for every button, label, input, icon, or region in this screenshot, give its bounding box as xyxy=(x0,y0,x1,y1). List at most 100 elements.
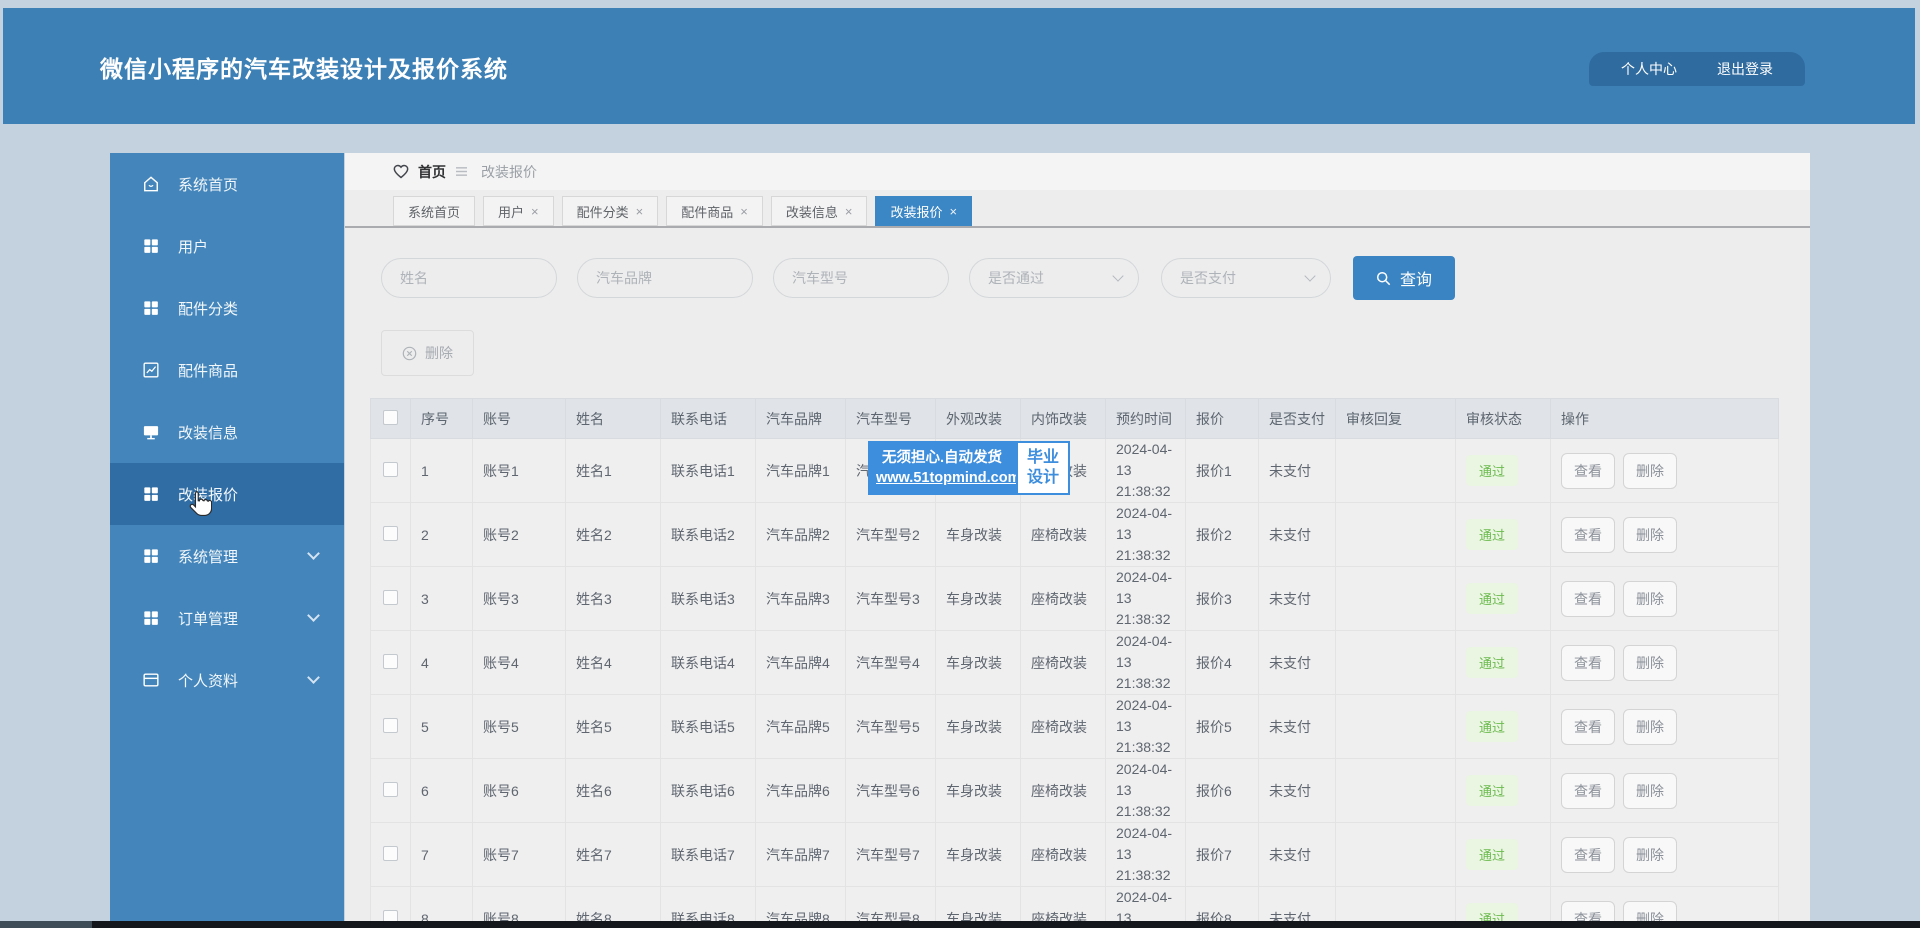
row-checkbox[interactable] xyxy=(383,461,398,477)
name-input[interactable] xyxy=(381,258,557,298)
close-icon[interactable]: × xyxy=(949,204,957,219)
search-button[interactable]: 查询 xyxy=(1353,256,1455,300)
tab-2[interactable]: 用户 × xyxy=(483,196,554,226)
tab-5[interactable]: 改装信息 × xyxy=(770,196,868,226)
row-checkbox-cell xyxy=(370,758,411,823)
cell-status: 通过 xyxy=(1455,758,1551,823)
close-icon[interactable]: × xyxy=(740,204,748,219)
sidebar-item-4[interactable]: 配件商品 xyxy=(110,339,344,401)
view-button[interactable]: 查看 xyxy=(1561,452,1615,489)
cell-quote: 报价6 xyxy=(1185,758,1259,823)
cell-account: 账号7 xyxy=(472,822,566,887)
bulk-delete-label: 删除 xyxy=(425,345,453,361)
cell-interior: 座椅改装 xyxy=(1020,758,1106,823)
search-icon xyxy=(1376,271,1391,285)
row-checkbox[interactable] xyxy=(383,781,398,797)
sidebar-item-8[interactable]: 订单管理 xyxy=(110,587,344,649)
pass-select[interactable]: 是否通过 xyxy=(969,258,1139,298)
sidebar-item-7[interactable]: 系统管理 xyxy=(110,525,344,587)
close-icon[interactable]: × xyxy=(636,204,644,219)
car-brand-input[interactable] xyxy=(577,258,753,298)
delete-button[interactable]: 删除 xyxy=(1623,516,1677,553)
select-all-checkbox[interactable] xyxy=(383,409,398,425)
close-icon[interactable]: × xyxy=(845,204,853,219)
table-header-row: 序号 账号 姓名 联系电话 汽车品牌 汽车型号 外观改装 内饰改装 预约时间 报价 是否支付 审核回复… xyxy=(370,398,1779,439)
grid-icon xyxy=(140,483,162,505)
cell-model: 汽车型号6 xyxy=(845,758,936,823)
tab-3[interactable]: 配件分类 × xyxy=(561,196,659,226)
cell-account: 账号2 xyxy=(472,502,566,567)
cell-interior: 座椅改装 xyxy=(1020,566,1106,631)
cell-quote: 报价5 xyxy=(1185,694,1259,759)
watermark-badge: 毕业 设计 xyxy=(1016,441,1070,495)
row-checkbox[interactable] xyxy=(383,525,398,541)
delete-button[interactable]: 删除 xyxy=(1623,708,1677,745)
view-button[interactable]: 查看 xyxy=(1561,516,1615,553)
cell-status: 通过 xyxy=(1455,566,1551,631)
row-checkbox-cell xyxy=(370,630,411,695)
header-checkbox-cell xyxy=(370,398,411,439)
delete-button[interactable]: 删除 xyxy=(1623,452,1677,489)
sidebar-item-3[interactable]: 配件分类 xyxy=(110,277,344,339)
sidebar-item-2[interactable]: 用户 xyxy=(110,215,344,277)
sidebar-item-6[interactable]: 改装报价 xyxy=(110,463,344,525)
sidebar-item-1[interactable]: 系统首页 xyxy=(110,153,344,215)
cell-phone: 联系电话1 xyxy=(660,438,756,503)
cell-no: 4 xyxy=(410,630,473,695)
logout-link[interactable]: 退出登录 xyxy=(1717,59,1773,79)
pay-select[interactable]: 是否支付 xyxy=(1161,258,1331,298)
cell-interior: 座椅改装 xyxy=(1020,694,1106,759)
delete-button[interactable]: 删除 xyxy=(1623,836,1677,873)
table-row: 6 账号6 姓名6 联系电话6 汽车品牌6 汽车型号6 车身改装 座椅改装 2024-04-13… xyxy=(370,758,1779,823)
cell-phone: 联系电话7 xyxy=(660,822,756,887)
sidebar-item-5[interactable]: 改装信息 xyxy=(110,401,344,463)
table-body: 1账号1姓名1联系电话1汽车品牌1汽车型号1车身改装座椅改装2024-04-13… xyxy=(370,438,1779,922)
breadcrumb-separator-icon xyxy=(455,166,468,177)
row-checkbox[interactable] xyxy=(383,717,398,733)
cell-model: 汽车型号8 xyxy=(845,886,936,922)
view-button[interactable]: 查看 xyxy=(1561,900,1615,922)
chart-icon xyxy=(140,359,162,381)
tab-4[interactable]: 配件商品 × xyxy=(666,196,763,226)
view-button[interactable]: 查看 xyxy=(1561,836,1615,873)
cell-reply xyxy=(1335,502,1456,567)
cell-no: 3 xyxy=(410,566,473,631)
delete-button[interactable]: 删除 xyxy=(1623,772,1677,809)
sidebar-item-label: 系统首页 xyxy=(178,176,239,194)
close-icon[interactable]: × xyxy=(531,204,539,219)
bulk-delete-button[interactable]: 删除 xyxy=(381,330,474,376)
tab-label: 改装信息 xyxy=(785,204,838,220)
tab-6[interactable]: 改装报价 × xyxy=(875,196,973,226)
row-checkbox[interactable] xyxy=(383,653,398,669)
tab-1[interactable]: 系统首页 xyxy=(393,196,476,226)
cell-account: 账号5 xyxy=(472,694,566,759)
sidebar-item-9[interactable]: 个人资料 xyxy=(110,649,344,711)
cell-actions: 查看 删除 xyxy=(1550,822,1779,887)
view-button[interactable]: 查看 xyxy=(1561,580,1615,617)
cell-quote: 报价7 xyxy=(1185,822,1259,887)
tab-label: 配件商品 xyxy=(681,204,734,220)
row-checkbox-cell xyxy=(370,886,411,922)
profile-link[interactable]: 个人中心 xyxy=(1621,59,1677,79)
tab-label: 改装报价 xyxy=(890,204,943,220)
cell-paid: 未支付 xyxy=(1258,758,1336,823)
sidebar-item-label: 配件分类 xyxy=(178,300,239,318)
delete-button[interactable]: 删除 xyxy=(1623,644,1677,681)
delete-button[interactable]: 删除 xyxy=(1623,580,1677,617)
breadcrumb-home[interactable]: 首页 xyxy=(418,162,446,182)
row-checkbox[interactable] xyxy=(383,589,398,605)
cell-time: 2024-04-1321:38:32 xyxy=(1105,566,1186,631)
view-button[interactable]: 查看 xyxy=(1561,772,1615,809)
breadcrumb-current: 改装报价 xyxy=(481,163,537,180)
cell-no: 2 xyxy=(410,502,473,567)
page-title: 微信小程序的汽车改装设计及报价系统 xyxy=(100,56,508,82)
home-icon xyxy=(140,173,162,195)
view-button[interactable]: 查看 xyxy=(1561,644,1615,681)
cell-status: 通过 xyxy=(1455,886,1551,922)
delete-button[interactable]: 删除 xyxy=(1623,900,1677,922)
cell-reply xyxy=(1335,758,1456,823)
car-model-input[interactable] xyxy=(773,258,949,298)
row-checkbox[interactable] xyxy=(383,845,398,861)
cell-phone: 联系电话2 xyxy=(660,502,756,567)
view-button[interactable]: 查看 xyxy=(1561,708,1615,745)
